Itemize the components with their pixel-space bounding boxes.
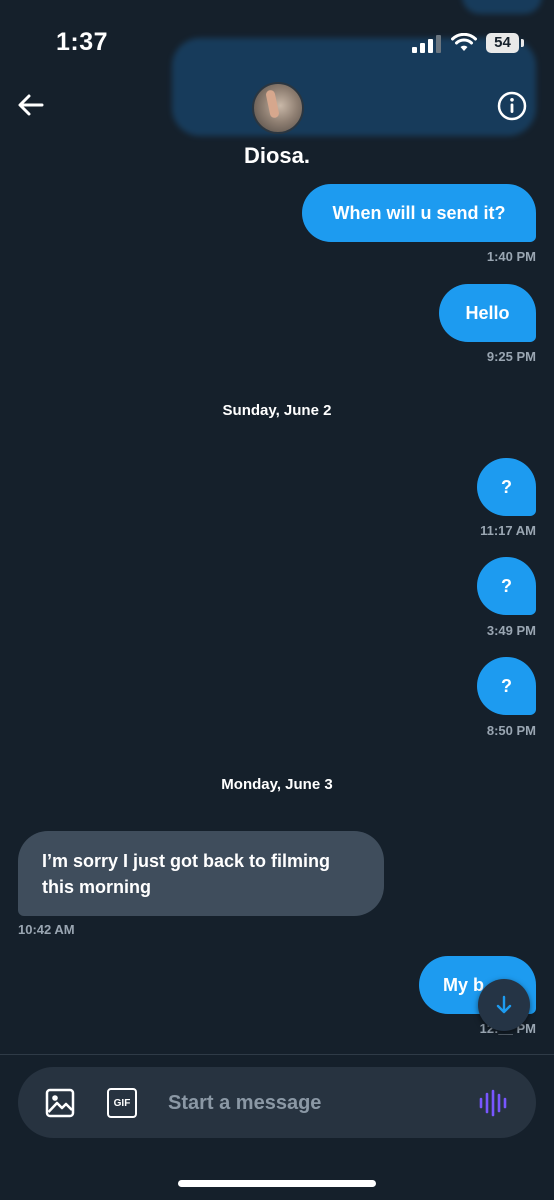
- cellular-signal-icon: [412, 35, 441, 53]
- voice-wave-icon[interactable]: [478, 1089, 510, 1117]
- sent-message-bubble[interactable]: ?: [477, 458, 536, 516]
- sent-message-bubble[interactable]: Hello: [439, 284, 536, 342]
- received-message-bubble[interactable]: I’m sorry I just got back to filming thi…: [18, 831, 384, 916]
- message-input[interactable]: [168, 1087, 458, 1119]
- status-bar: 1:37 54: [0, 0, 554, 86]
- scroll-to-bottom-button[interactable]: [478, 979, 530, 1031]
- sent-message-bubble[interactable]: When will u send it?: [302, 184, 536, 242]
- battery-nub: [521, 39, 524, 47]
- message-timestamp: 10:42 AM: [18, 922, 75, 937]
- home-indicator: [178, 1180, 376, 1187]
- message-text: My b: [443, 975, 485, 995]
- image-icon[interactable]: [44, 1087, 76, 1119]
- info-icon[interactable]: [496, 90, 528, 122]
- avatar[interactable]: [252, 82, 304, 134]
- message-timestamp: 9:25 PM: [486, 349, 536, 364]
- wifi-icon: [451, 33, 477, 51]
- status-time: 1:37: [56, 28, 109, 56]
- battery-icon: 54: [486, 33, 519, 53]
- message-composer: GIF: [18, 1067, 536, 1138]
- message-timestamp: 1:40 PM: [486, 249, 536, 264]
- message-timestamp: 11:17 AM: [480, 523, 536, 538]
- date-separator: Sunday, June 2: [222, 402, 332, 419]
- contact-name[interactable]: Diosa.: [0, 143, 554, 169]
- message-timestamp: 3:49 PM: [486, 623, 536, 638]
- back-arrow-icon[interactable]: [14, 88, 48, 122]
- gif-icon[interactable]: GIF: [107, 1088, 137, 1118]
- message-timestamp: 8:50 PM: [486, 723, 536, 738]
- sent-message-bubble[interactable]: ?: [477, 657, 536, 715]
- date-separator: Monday, June 3: [221, 776, 333, 793]
- composer-divider: [0, 1054, 554, 1055]
- sent-message-bubble[interactable]: ?: [477, 557, 536, 615]
- arrow-down-icon: [496, 995, 512, 1014]
